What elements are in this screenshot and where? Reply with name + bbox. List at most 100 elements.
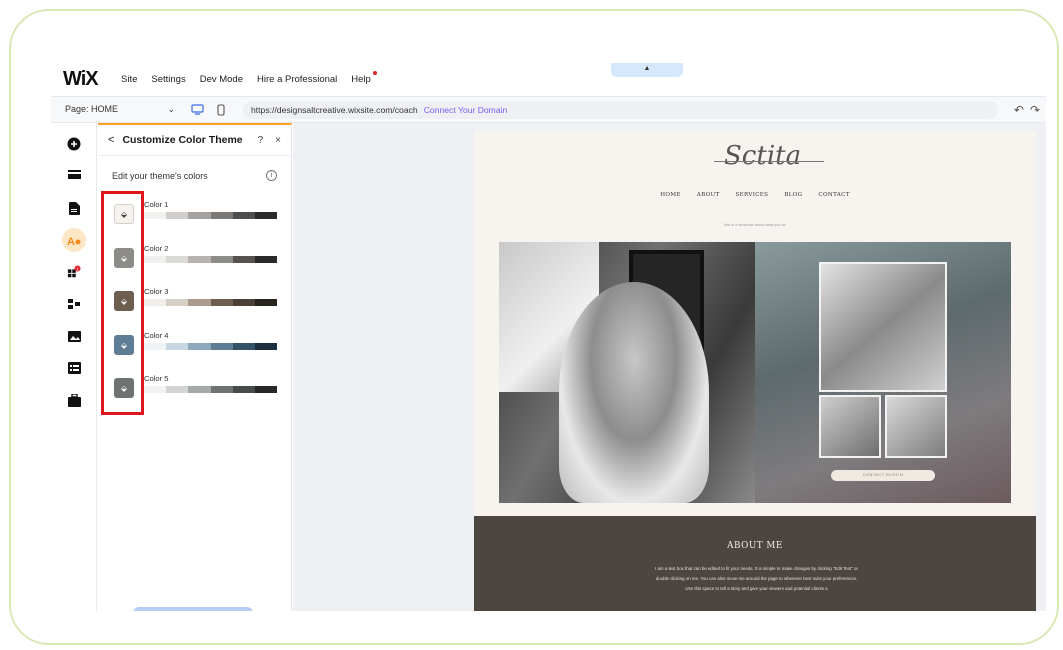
site-url: https://designsaltcreative.wixsite.com/c… [251, 104, 418, 115]
page-dropdown-label: Page: HOME [65, 104, 119, 114]
about-text: I am a text box that can be edited to fi… [655, 566, 858, 591]
shade-chip [144, 386, 167, 393]
shade-chip [254, 299, 278, 306]
pages-icon[interactable] [67, 201, 81, 215]
color-label: Color 5 [144, 374, 169, 383]
hero-section[interactable]: CONTACT RUSTIN [499, 242, 1011, 503]
shade-chip [188, 299, 211, 306]
signature-line [714, 161, 824, 162]
site-design-icon[interactable]: A [67, 233, 81, 247]
help-icon[interactable]: ? [258, 135, 264, 146]
shade-strip[interactable] [144, 386, 278, 393]
shade-chip [232, 256, 255, 263]
add-section-icon[interactable] [67, 169, 81, 183]
site-nav-services[interactable]: SERVICES [736, 192, 769, 198]
hero-photo-left [499, 242, 755, 503]
gallery-photo-1 [819, 262, 947, 392]
url-bar[interactable]: https://designsaltcreative.wixsite.com/c… [243, 100, 998, 119]
panel-header: < Customize Color Theme ? × [98, 125, 291, 155]
shade-chip [254, 256, 278, 263]
shade-chip [254, 212, 278, 219]
portrait-shape [559, 282, 709, 503]
shade-chip [166, 212, 189, 219]
shade-chip [254, 386, 278, 393]
shade-chip [144, 256, 167, 263]
connect-domain-link[interactable]: Connect Your Domain [424, 105, 508, 115]
undo-icon[interactable]: ↶ [1014, 103, 1024, 117]
menu-dev-mode[interactable]: Dev Mode [200, 74, 243, 85]
menu-site[interactable]: Site [121, 74, 137, 85]
shade-chip [188, 256, 211, 263]
shade-chip [144, 343, 167, 350]
color-label: Color 2 [144, 244, 169, 253]
shade-chip [210, 256, 233, 263]
site-preview[interactable]: Sctita HOME ABOUT SERVICES BLOG CONTACT … [474, 131, 1036, 611]
back-icon[interactable]: < [108, 134, 114, 146]
shade-chip [232, 386, 255, 393]
site-nav: HOME ABOUT SERVICES BLOG CONTACT [474, 192, 1036, 198]
gallery-photo-3 [885, 395, 947, 458]
wix-editor: WiX Site Settings Dev Mode Hire a Profes… [51, 63, 1046, 611]
notification-dot [372, 71, 377, 75]
shade-chip [144, 299, 167, 306]
business-tools-icon[interactable] [67, 297, 81, 311]
cms-icon[interactable] [67, 361, 81, 375]
shade-chip [232, 212, 255, 219]
about-section[interactable]: ABOUT ME I am a text box that can be edi… [474, 516, 1036, 611]
desktop-view-button[interactable] [189, 102, 205, 118]
hero-photo-right: CONTACT RUSTIN [755, 242, 1011, 503]
color-label: Color 4 [144, 331, 169, 340]
editor-canvas: Sctita HOME ABOUT SERVICES BLOG CONTACT … [293, 123, 1046, 611]
shade-chip [166, 386, 189, 393]
media-icon[interactable] [67, 329, 81, 343]
gallery-photo-2 [819, 395, 881, 458]
highlight-box [101, 191, 144, 415]
shade-chip [188, 343, 211, 350]
menu-help-label: Help [351, 74, 371, 85]
shade-chip [232, 299, 255, 306]
page-bar: Page: HOME ⌄ https://designsaltcreative.… [51, 97, 1046, 123]
shade-chip [188, 386, 211, 393]
shade-chip [210, 299, 233, 306]
shade-strip[interactable] [144, 256, 278, 263]
add-elements-icon[interactable] [67, 137, 81, 151]
menu-help[interactable]: Help [351, 71, 377, 85]
shade-chip [210, 212, 233, 219]
desktop-icon [190, 104, 204, 115]
info-icon[interactable]: i [266, 170, 277, 181]
shade-chip [166, 299, 189, 306]
shade-chip [232, 343, 255, 350]
site-nav-blog[interactable]: BLOG [784, 192, 802, 198]
shade-chip [144, 212, 167, 219]
site-nav-about[interactable]: ABOUT [697, 192, 720, 198]
panel-title: Customize Color Theme [122, 134, 243, 146]
shade-strip[interactable] [144, 299, 278, 306]
outer-frame: WiX Site Settings Dev Mode Hire a Profes… [9, 9, 1059, 645]
site-nav-contact[interactable]: CONTACT [818, 192, 849, 198]
shade-chip [166, 256, 189, 263]
site-nav-home[interactable]: HOME [660, 192, 680, 198]
page-dropdown[interactable]: Page: HOME ⌄ [65, 104, 181, 115]
shade-strip[interactable] [144, 343, 278, 350]
redo-icon[interactable]: ↷ [1030, 103, 1040, 117]
panel-bottom-button[interactable] [133, 607, 253, 611]
shade-chip [210, 386, 233, 393]
shade-chip [166, 343, 189, 350]
menu-settings[interactable]: Settings [151, 74, 185, 85]
collapse-handle[interactable]: ▲ [611, 63, 683, 77]
panel-body: Edit your theme's colors i [98, 155, 291, 181]
close-icon[interactable]: × [275, 135, 281, 146]
about-title: ABOUT ME [727, 541, 783, 551]
chevron-down-icon: ⌄ [167, 104, 175, 114]
apps-icon[interactable]: 1 [67, 265, 81, 279]
shade-strip[interactable] [144, 212, 278, 219]
color-label: Color 1 [144, 200, 169, 209]
menu-hire-professional[interactable]: Hire a Professional [257, 74, 337, 85]
edit-theme-row: Edit your theme's colors i [98, 156, 291, 181]
mobile-view-button[interactable] [213, 102, 229, 118]
portfolio-icon[interactable] [67, 393, 81, 407]
shade-chip [254, 343, 278, 350]
contact-button[interactable]: CONTACT RUSTIN [831, 470, 935, 481]
svg-text:A: A [67, 236, 75, 247]
wix-logo[interactable]: WiX [63, 68, 107, 91]
